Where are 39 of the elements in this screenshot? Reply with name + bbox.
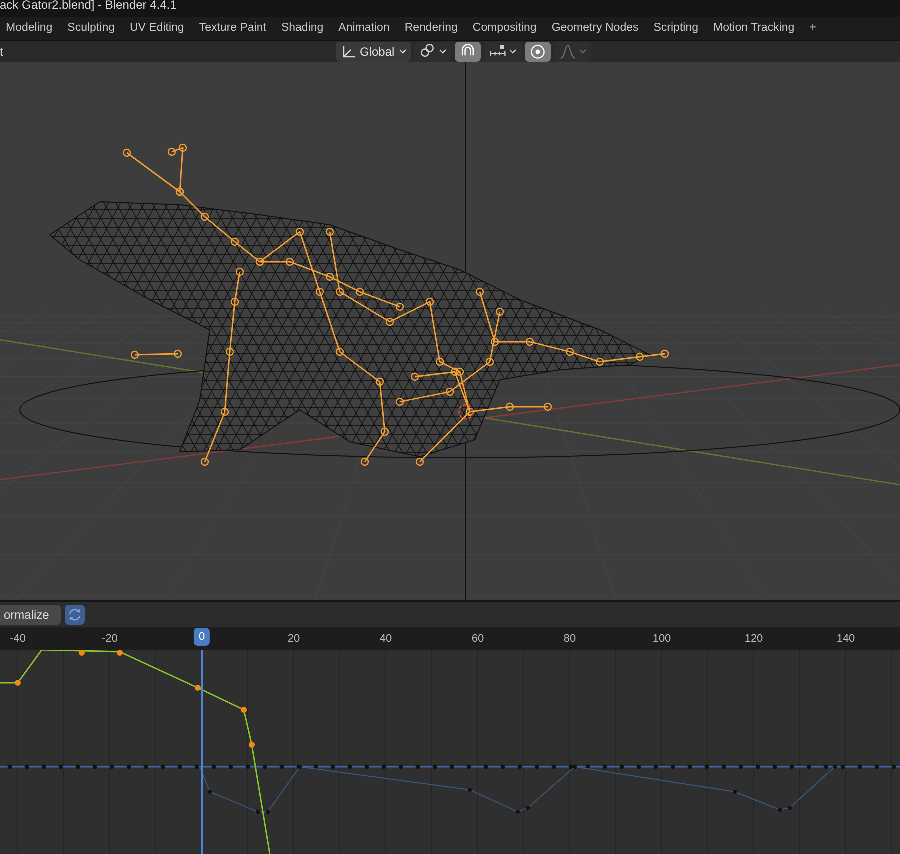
chevron-icon bbox=[508, 48, 517, 56]
workspace-tab[interactable]: Compositing bbox=[472, 20, 537, 38]
orientation-dropdown[interactable]: Global bbox=[336, 42, 411, 62]
proportional-toggle[interactable] bbox=[524, 42, 551, 62]
frame-number: 120 bbox=[744, 632, 764, 647]
frame-number: -40 bbox=[10, 632, 26, 647]
frame-number: 80 bbox=[564, 632, 576, 647]
frame-number: -20 bbox=[102, 632, 118, 647]
workspace-tab[interactable]: Shading bbox=[281, 20, 324, 38]
workspace-tab[interactable]: Texture Paint bbox=[199, 20, 266, 38]
auto-normalize-toggle[interactable] bbox=[65, 604, 86, 624]
frame-number: 40 bbox=[380, 632, 392, 647]
refresh-icon bbox=[68, 608, 82, 622]
workspace-tab[interactable]: Motion Tracking bbox=[714, 20, 795, 38]
proportional-icon bbox=[528, 42, 547, 60]
snap-toggle[interactable] bbox=[454, 42, 481, 62]
workspace-tab[interactable]: Scripting bbox=[654, 20, 698, 38]
falloff-icon bbox=[558, 42, 577, 60]
chevron-icon bbox=[438, 48, 447, 56]
mode-label: t bbox=[0, 44, 4, 60]
increment-toggle[interactable] bbox=[484, 42, 521, 62]
workspace-tab[interactable]: Geometry Nodes bbox=[552, 20, 639, 38]
workspace-tab[interactable]: Sculpting bbox=[68, 20, 115, 38]
falloff-toggle[interactable] bbox=[554, 42, 591, 62]
workspace-tab[interactable]: Animation bbox=[338, 20, 390, 38]
frame-number: 20 bbox=[288, 632, 300, 647]
pivot-toggle[interactable] bbox=[414, 42, 451, 62]
chevron-icon bbox=[398, 48, 407, 56]
workspace-tab[interactable]: Rendering bbox=[404, 20, 458, 38]
window-title: ack Gator2.blend] - Blender 4.4.1 bbox=[0, 0, 177, 10]
normalize-button[interactable]: ormalize bbox=[0, 604, 62, 624]
current-frame-indicator[interactable]: 0 bbox=[194, 628, 210, 646]
frame-number: 100 bbox=[652, 632, 672, 647]
workspace-tab[interactable]: Modeling bbox=[6, 20, 53, 38]
workspace-tab[interactable]: UV Editing bbox=[130, 20, 184, 38]
workspace-tab[interactable]: + bbox=[810, 20, 816, 38]
chevron-icon bbox=[578, 48, 587, 56]
frame-number: 140 bbox=[836, 632, 856, 647]
frame-number: 60 bbox=[472, 632, 484, 647]
